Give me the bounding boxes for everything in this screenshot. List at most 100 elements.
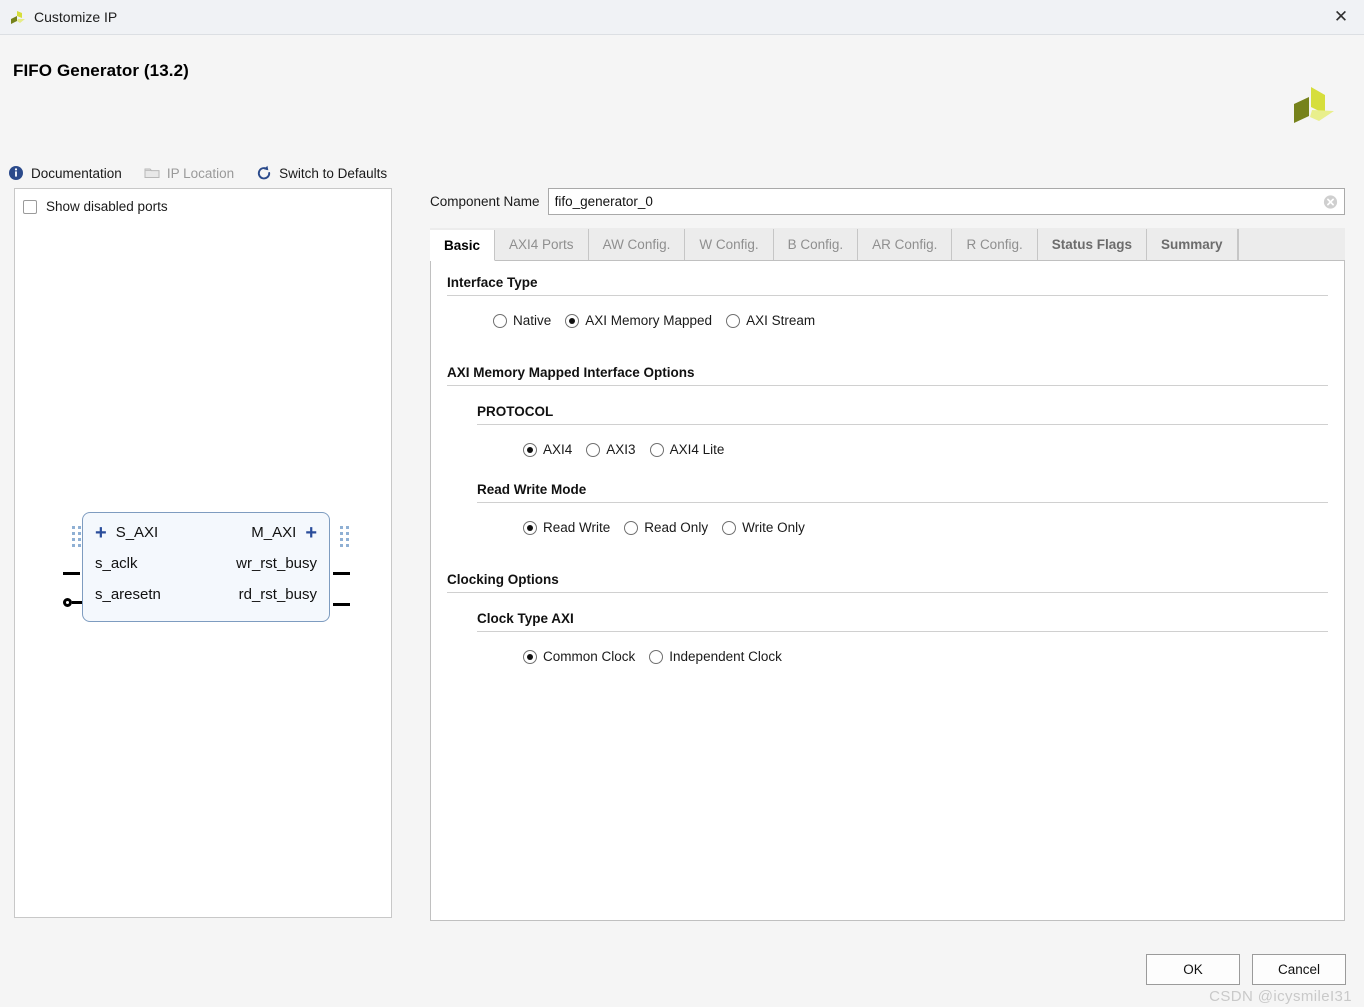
port-label-s-aresetn: s_aresetn xyxy=(95,586,161,603)
read-write-mode-group: Read Write Mode Read Write Read Only Wri… xyxy=(477,482,1328,552)
radio-label: Native xyxy=(513,313,552,328)
radio-label: AXI Memory Mapped xyxy=(585,313,713,328)
radio-label: Independent Clock xyxy=(669,649,782,664)
watermark: CSDN @icysmileI31 xyxy=(1209,988,1352,1005)
info-icon xyxy=(8,165,24,181)
radio-axi-memory-mapped[interactable]: AXI Memory Mapped xyxy=(565,313,712,328)
pin-connector-rd-rst-busy xyxy=(333,603,350,606)
radio-label: AXI Stream xyxy=(746,313,816,328)
bus-connector-left xyxy=(72,526,81,548)
cancel-button[interactable]: Cancel xyxy=(1252,954,1346,985)
protocol-group: PROTOCOL AXI4 AXI3 AXI4 Lite xyxy=(477,404,1328,474)
clock-type-axi-group: Clock Type AXI Common Clock Independent … xyxy=(477,611,1328,681)
radio-axi-stream[interactable]: AXI Stream xyxy=(726,313,815,328)
dialog-footer: OK Cancel xyxy=(1146,954,1346,985)
ip-symbol-panel: Show disabled ports + S_AXI M_AXI + s_ac… xyxy=(14,188,392,918)
radio-indicator xyxy=(565,313,580,328)
symbol-row-rst: s_aresetn rd_rst_busy xyxy=(95,579,317,610)
tab-axi4-ports[interactable]: AXI4 Ports xyxy=(495,229,589,260)
show-disabled-ports-label: Show disabled ports xyxy=(46,199,168,214)
radio-indicator xyxy=(493,313,507,328)
radio-independent-clock[interactable]: Independent Clock xyxy=(649,649,782,664)
protocol-title: PROTOCOL xyxy=(477,404,554,419)
tab-w-config[interactable]: W Config. xyxy=(685,229,774,260)
tab-b-config[interactable]: B Config. xyxy=(773,229,859,260)
read-write-mode-title: Read Write Mode xyxy=(477,482,587,497)
basic-tab-pane: Interface Type Native AXI Memory Mapped … xyxy=(430,261,1345,921)
radio-label: AXI4 xyxy=(543,442,573,457)
ip-location-button[interactable]: IP Location xyxy=(144,165,234,181)
radio-read-write[interactable]: Read Write xyxy=(523,520,610,535)
show-disabled-ports-checkbox[interactable]: Show disabled ports xyxy=(23,199,168,214)
window-title: Customize IP xyxy=(34,9,118,25)
radio-axi4-lite[interactable]: AXI4 Lite xyxy=(649,442,725,457)
tab-r-config[interactable]: R Config. xyxy=(952,229,1038,260)
radio-label: AXI4 Lite xyxy=(669,442,725,457)
tab-basic[interactable]: Basic xyxy=(430,230,496,261)
port-label-rd-rst-busy: rd_rst_busy xyxy=(238,586,317,603)
port-label-wr-rst-busy: wr_rst_busy xyxy=(236,555,317,572)
symbol-row-clk: s_aclk wr_rst_busy xyxy=(95,548,317,579)
radio-indicator xyxy=(624,520,639,535)
port-label-s-aclk: s_aclk xyxy=(95,555,138,572)
symbol-row-bus: + S_AXI M_AXI + xyxy=(95,517,317,548)
protocol-radios: AXI4 AXI3 AXI4 Lite xyxy=(477,425,1328,474)
expand-s-axi-icon[interactable]: + xyxy=(95,523,107,543)
pin-connector-wr-rst-busy xyxy=(333,572,350,575)
tab-aw-config[interactable]: AW Config. xyxy=(588,229,686,260)
clocking-options-group: Clocking Options Clock Type AXI Common C… xyxy=(447,572,1328,681)
documentation-button[interactable]: Documentation xyxy=(8,165,122,181)
radio-indicator xyxy=(586,442,601,457)
component-name-field[interactable] xyxy=(547,188,1345,215)
interface-type-group: Interface Type Native AXI Memory Mapped … xyxy=(447,275,1328,345)
port-label-s-axi: S_AXI xyxy=(115,524,159,541)
radio-indicator xyxy=(722,520,737,535)
radio-indicator xyxy=(523,520,537,535)
clear-circle-icon[interactable] xyxy=(1323,194,1338,209)
radio-common-clock[interactable]: Common Clock xyxy=(523,649,635,664)
bus-connector-right xyxy=(340,526,349,548)
tab-status-flags[interactable]: Status Flags xyxy=(1037,229,1147,260)
dialog-body: Show disabled ports + S_AXI M_AXI + s_ac… xyxy=(0,180,1364,930)
tab-ar-config[interactable]: AR Config. xyxy=(858,229,953,260)
radio-write-only[interactable]: Write Only xyxy=(722,520,805,535)
radio-label: Common Clock xyxy=(543,649,636,664)
ip-config-panel: Component Name Basic AXI4 Ports AW Confi… xyxy=(430,188,1345,921)
axi-mm-options-group: AXI Memory Mapped Interface Options PROT… xyxy=(447,365,1328,552)
ip-header: FIFO Generator (13.2) Documentation IP L… xyxy=(0,35,1364,181)
tabstrip-filler xyxy=(1237,229,1345,260)
radio-indicator xyxy=(649,649,664,664)
clock-type-axi-title: Clock Type AXI xyxy=(477,611,574,626)
pin-connector-s-aclk xyxy=(63,572,80,575)
folder-icon xyxy=(144,165,160,181)
radio-label: Read Only xyxy=(644,520,709,535)
tab-summary[interactable]: Summary xyxy=(1147,229,1238,260)
radio-axi3[interactable]: AXI3 xyxy=(586,442,636,457)
radio-indicator xyxy=(649,442,664,457)
xilinx-propeller-icon xyxy=(1282,80,1342,140)
component-name-row: Component Name xyxy=(430,188,1345,215)
radio-read-only[interactable]: Read Only xyxy=(624,520,708,535)
close-icon[interactable]: ✕ xyxy=(1318,0,1364,35)
axi-mm-options-title: AXI Memory Mapped Interface Options xyxy=(447,365,695,380)
component-name-label: Component Name xyxy=(430,194,540,209)
radio-axi4[interactable]: AXI4 xyxy=(523,442,572,457)
clock-type-axi-radios: Common Clock Independent Clock xyxy=(477,632,1328,681)
radio-indicator xyxy=(523,649,537,664)
page-title: FIFO Generator (13.2) xyxy=(13,61,189,80)
radio-native[interactable]: Native xyxy=(493,313,551,328)
clocking-options-title: Clocking Options xyxy=(447,572,559,587)
refresh-icon xyxy=(256,165,272,181)
inverted-pin-s-aresetn xyxy=(63,598,83,607)
read-write-mode-radios: Read Write Read Only Write Only xyxy=(477,503,1328,552)
port-label-m-axi: M_AXI xyxy=(251,524,297,541)
switch-to-defaults-button[interactable]: Switch to Defaults xyxy=(256,165,387,181)
documentation-label: Documentation xyxy=(31,165,122,181)
radio-indicator xyxy=(726,313,741,328)
xilinx-logo-icon xyxy=(8,7,28,27)
component-name-input[interactable] xyxy=(548,189,1344,214)
ok-button[interactable]: OK xyxy=(1146,954,1240,985)
expand-m-axi-icon[interactable]: + xyxy=(305,523,317,543)
config-tabstrip: Basic AXI4 Ports AW Config. W Config. B … xyxy=(430,228,1345,261)
radio-label: Read Write xyxy=(543,520,611,535)
